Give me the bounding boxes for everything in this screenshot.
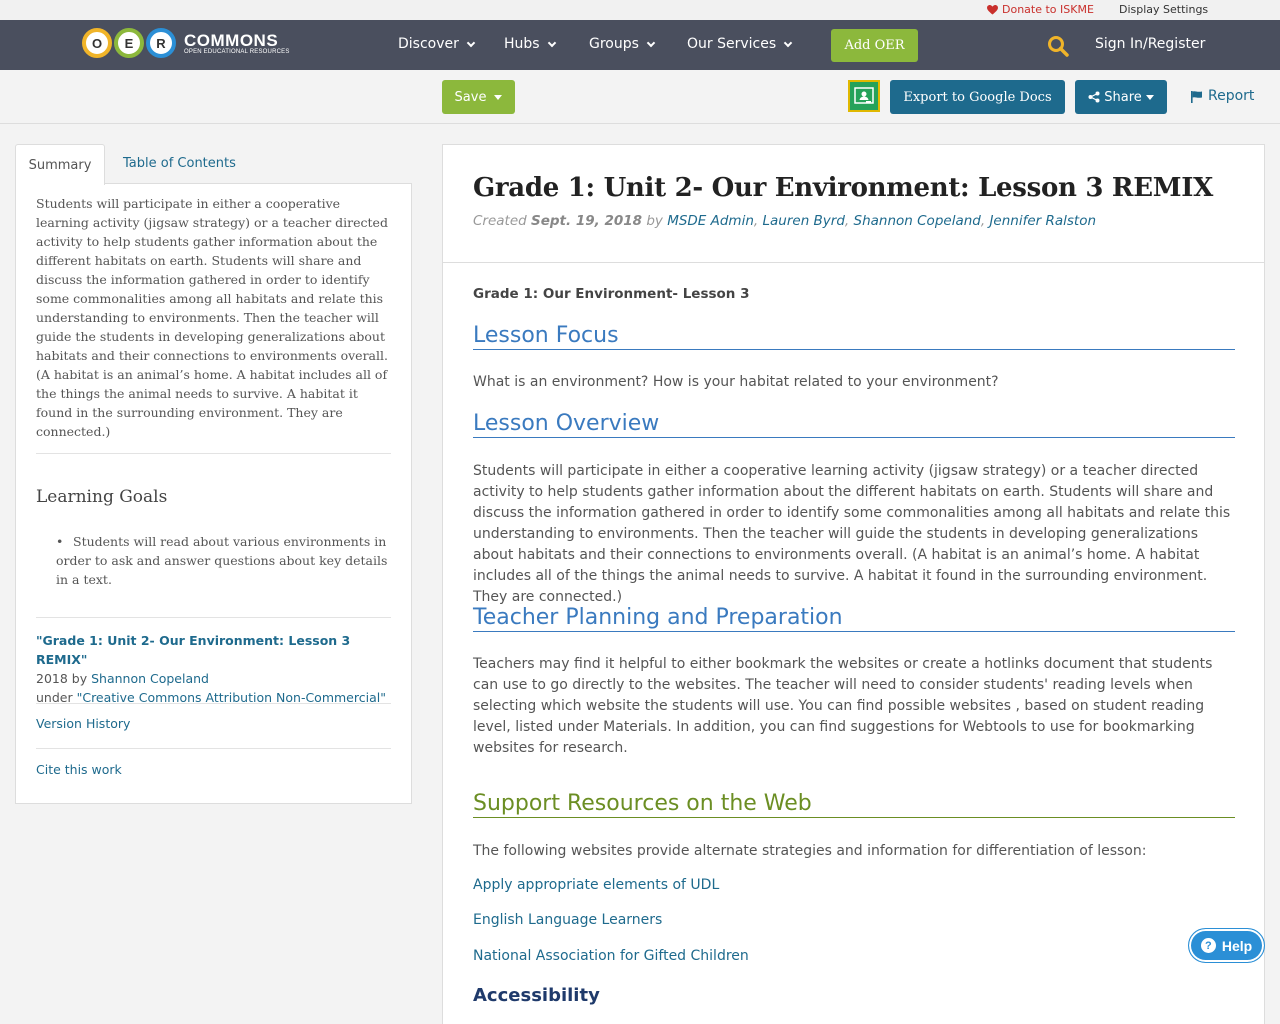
- nav-services-label: Our Services: [687, 36, 777, 52]
- page-title: Grade 1: Unit 2- Our Environment: Lesson…: [473, 173, 1213, 203]
- tab-table-of-contents[interactable]: Table of Contents: [123, 156, 236, 171]
- sign-in-register-link[interactable]: Sign In/Register: [1095, 36, 1205, 52]
- add-oer-button[interactable]: Add OER: [831, 29, 918, 62]
- google-classroom-icon: [854, 87, 874, 104]
- gifted-children-link[interactable]: National Association for Gifted Children: [473, 948, 1235, 964]
- help-button[interactable]: ? Help: [1188, 928, 1265, 963]
- help-label: Help: [1221, 937, 1253, 954]
- learning-goal-item: Students will read about various environ…: [56, 532, 391, 589]
- attribution-year: 2018 by: [36, 671, 92, 686]
- logo-letter-e: E: [114, 28, 144, 58]
- nav-groups-label: Groups: [589, 36, 639, 52]
- meta-by: by: [642, 213, 668, 229]
- nav-hubs-label: Hubs: [504, 36, 540, 52]
- resource-toolbar: Save Export to Google Docs Share Report: [0, 70, 1280, 124]
- display-settings-link[interactable]: Display Settings: [1119, 3, 1208, 16]
- teacher-planning-text: Teachers may find it helpful to either b…: [473, 656, 1213, 756]
- resource-header: Grade 1: Unit 2- Our Environment: Lesson…: [443, 145, 1264, 263]
- lesson-focus-heading: Lesson Focus: [473, 322, 1235, 350]
- accessibility-heading: Accessibility: [473, 985, 600, 1006]
- divider: [36, 453, 391, 454]
- nav-our-services[interactable]: Our Services: [687, 36, 793, 52]
- lesson-overview-heading: Lesson Overview: [473, 410, 1235, 438]
- donate-link[interactable]: Donate to ISKME: [987, 3, 1094, 16]
- share-button[interactable]: Share: [1075, 80, 1167, 114]
- chevron-down-icon: [783, 38, 793, 47]
- nav-hubs[interactable]: Hubs: [504, 36, 556, 52]
- attribution-block: "Grade 1: Unit 2- Our Environment: Lesso…: [36, 631, 396, 707]
- tab-summary[interactable]: Summary: [15, 144, 105, 185]
- utility-bar: Donate to ISKME Display Settings: [0, 0, 1280, 20]
- save-label: Save: [454, 89, 487, 105]
- main-content-panel: Grade 1: Unit 2- Our Environment: Lesson…: [442, 144, 1265, 1024]
- google-classroom-button[interactable]: [848, 80, 880, 112]
- author-link[interactable]: Shannon Copeland: [854, 213, 981, 229]
- main-navbar: O E R COMMONS OPEN EDUCATIONAL RESOURCES…: [0, 20, 1280, 70]
- question-icon: ?: [1200, 938, 1216, 953]
- oer-commons-logo[interactable]: O E R COMMONS OPEN EDUCATIONAL RESOURCES: [82, 25, 290, 61]
- caret-down-icon: [494, 94, 503, 100]
- lesson-focus-text: What is an environment? How is your habi…: [473, 374, 999, 390]
- learning-goals-list: Students will read about various environ…: [56, 532, 391, 589]
- meta-created: Created: [473, 213, 532, 229]
- logo-text: COMMONS OPEN EDUCATIONAL RESOURCES: [184, 32, 290, 55]
- sidebar-panel: Students will participate in either a co…: [15, 183, 412, 804]
- lesson-subtitle: Grade 1: Our Environment- Lesson 3: [473, 286, 750, 302]
- meta-separator: ,: [844, 213, 854, 229]
- resource-meta: Created Sept. 19, 2018 by MSDE Admin, La…: [473, 213, 1096, 229]
- chevron-down-icon: [547, 38, 556, 47]
- chevron-down-icon: [466, 38, 476, 47]
- logo-letter-o: O: [82, 28, 112, 58]
- export-google-docs-button[interactable]: Export to Google Docs: [890, 80, 1065, 114]
- ell-link[interactable]: English Language Learners: [473, 912, 1235, 928]
- support-resources-text: The following websites provide alternate…: [473, 843, 1147, 859]
- divider: [36, 703, 391, 704]
- author-link[interactable]: MSDE Admin: [667, 213, 754, 229]
- teacher-planning-heading: Teacher Planning and Preparation: [473, 604, 1235, 632]
- report-label: Report: [1208, 88, 1255, 104]
- author-link[interactable]: Jennifer Ralston: [989, 213, 1096, 229]
- learning-goals-title: Learning Goals: [36, 487, 168, 507]
- logo-name: COMMONS: [184, 30, 279, 50]
- nav-discover-label: Discover: [398, 36, 459, 52]
- search-icon[interactable]: [1047, 35, 1069, 57]
- save-button[interactable]: Save: [442, 80, 515, 114]
- lesson-overview-text: Students will participate in either a co…: [473, 463, 1231, 605]
- author-link[interactable]: Lauren Byrd: [762, 213, 844, 229]
- heart-icon: [987, 4, 998, 15]
- share-icon: [1088, 91, 1100, 103]
- udl-link[interactable]: Apply appropriate elements of UDL: [473, 877, 1235, 893]
- flag-icon: [1191, 90, 1202, 103]
- divider: [36, 748, 391, 749]
- version-history-link[interactable]: Version History: [36, 716, 130, 731]
- sidebar-summary-text: Students will participate in either a co…: [36, 196, 388, 439]
- chevron-down-icon: [646, 38, 656, 47]
- divider: [36, 617, 391, 618]
- attribution-title-link[interactable]: "Grade 1: Unit 2- Our Environment: Lesso…: [36, 633, 350, 667]
- nav-discover[interactable]: Discover: [398, 36, 476, 52]
- donate-label: Donate to ISKME: [1002, 3, 1094, 16]
- support-resources-heading: Support Resources on the Web: [473, 790, 1235, 818]
- meta-date: Sept. 19, 2018: [531, 213, 643, 229]
- logo-tagline: OPEN EDUCATIONAL RESOURCES: [184, 48, 290, 55]
- caret-down-icon: [1145, 94, 1154, 100]
- nav-groups[interactable]: Groups: [589, 36, 656, 52]
- report-button[interactable]: Report: [1190, 88, 1254, 104]
- logo-letter-r: R: [146, 28, 176, 58]
- share-label: Share: [1104, 89, 1142, 105]
- attribution-author-link[interactable]: Shannon Copeland: [91, 671, 209, 686]
- cite-this-work-link[interactable]: Cite this work: [36, 762, 122, 777]
